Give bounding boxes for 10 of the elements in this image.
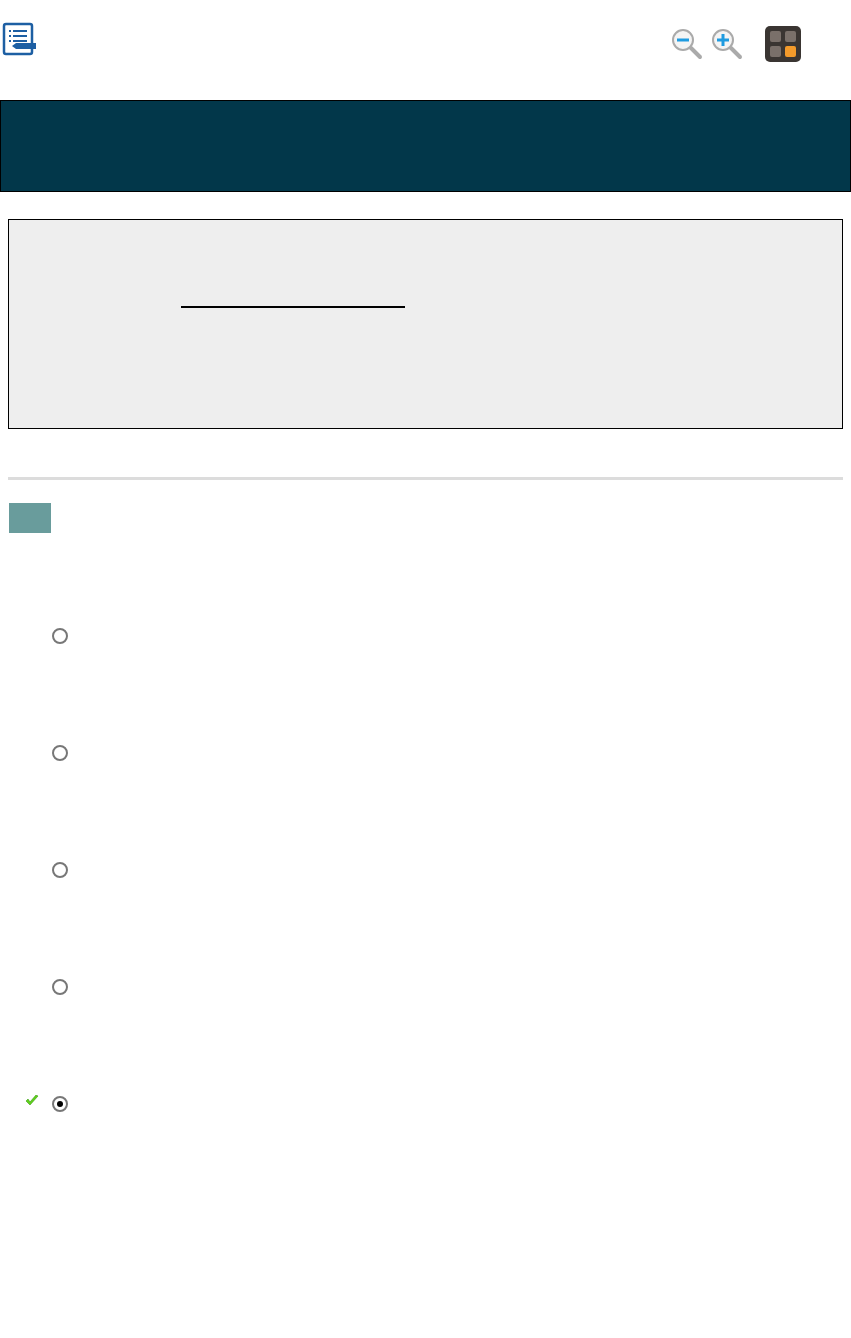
question-number-badge bbox=[9, 503, 51, 533]
radio-button[interactable] bbox=[52, 1096, 68, 1112]
radio-button[interactable] bbox=[52, 979, 68, 995]
zoom-in-icon[interactable] bbox=[711, 28, 743, 60]
notes-icon[interactable] bbox=[2, 22, 36, 56]
zoom-out-icon[interactable] bbox=[671, 28, 703, 60]
radio-button[interactable] bbox=[52, 628, 68, 644]
radio-button[interactable] bbox=[52, 862, 68, 878]
radio-button[interactable] bbox=[52, 745, 68, 761]
calculator-icon[interactable] bbox=[765, 26, 801, 62]
